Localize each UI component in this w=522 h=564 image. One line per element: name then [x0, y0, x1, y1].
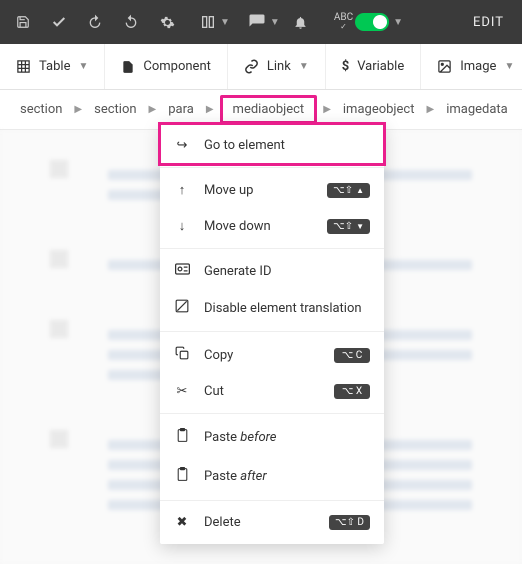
table-icon	[16, 59, 31, 74]
link-menu[interactable]: Link ▼	[228, 44, 326, 89]
breadcrumb-item[interactable]: imagedata	[440, 98, 514, 121]
table-menu[interactable]: Table ▼	[0, 44, 105, 89]
share-arrow-icon: ↪	[174, 138, 190, 153]
toggle-switch[interactable]	[355, 13, 389, 31]
menu-label: Move down	[204, 219, 271, 234]
menu-divider	[160, 331, 384, 332]
close-icon: ✖	[174, 515, 190, 530]
link-icon	[244, 59, 259, 74]
top-toolbar: ▼ ▼ ABC✓ ▼ EDIT	[0, 0, 522, 44]
table-label: Table	[39, 59, 70, 74]
component-label: Component	[143, 59, 211, 74]
variable-label: Variable	[357, 59, 404, 74]
menu-label: Disable element translation	[204, 301, 362, 316]
spellcheck-toggle[interactable]: ABC✓ ▼	[334, 13, 403, 31]
layout-dropdown[interactable]: ▼	[200, 14, 230, 30]
menu-label: Delete	[204, 515, 241, 530]
menu-go-to-element[interactable]: ↪ Go to element	[160, 128, 384, 163]
chevron-right-icon: ▶	[323, 104, 331, 115]
breadcrumb-item-active[interactable]: mediaobject	[220, 95, 318, 124]
settings-gear-icon[interactable]	[152, 7, 182, 37]
breadcrumb-item[interactable]: para	[162, 98, 200, 121]
shortcut-badge: ⌥⇧ D	[329, 515, 370, 530]
chevron-down-icon: ▼	[393, 17, 403, 28]
context-menu: ↪ Go to element ↑ Move up ⌥⇧▲ ↓ Move dow…	[160, 124, 384, 544]
clipboard-icon	[174, 467, 190, 486]
image-menu[interactable]: Image ▼	[421, 44, 522, 89]
variable-button[interactable]: $ Variable	[326, 44, 422, 89]
redo-icon[interactable]	[116, 7, 146, 37]
link-label: Link	[267, 59, 291, 74]
menu-label: Copy	[204, 348, 233, 363]
chevron-down-icon: ▼	[299, 61, 309, 72]
menu-divider	[160, 248, 384, 249]
menu-generate-id[interactable]: Generate ID	[160, 253, 384, 289]
image-icon	[437, 59, 452, 74]
undo-icon[interactable]	[80, 7, 110, 37]
breadcrumb-item[interactable]: section	[88, 98, 142, 121]
chevron-down-icon: ▼	[270, 17, 280, 28]
comment-dropdown[interactable]: ▼	[248, 13, 280, 31]
scissors-icon: ✂	[174, 384, 190, 399]
menu-delete[interactable]: ✖ Delete ⌥⇧ D	[160, 505, 384, 540]
breadcrumb-item[interactable]: section	[14, 98, 68, 121]
image-label: Image	[460, 59, 496, 74]
translate-off-icon	[174, 299, 190, 317]
menu-move-up[interactable]: ↑ Move up ⌥⇧▲	[160, 172, 384, 208]
menu-label: Paste before	[204, 430, 276, 445]
menu-label: Move up	[204, 183, 253, 198]
shortcut-badge: ⌥ X	[334, 384, 370, 399]
menu-label: Generate ID	[204, 264, 271, 279]
clipboard-icon	[174, 428, 190, 447]
copy-icon	[174, 346, 190, 364]
id-card-icon	[174, 263, 190, 279]
menu-disable-translation[interactable]: Disable element translation	[160, 289, 384, 327]
menu-copy[interactable]: Copy ⌥ C	[160, 336, 384, 374]
breadcrumb-item[interactable]: imageobject	[337, 98, 421, 121]
check-icon[interactable]	[44, 7, 74, 37]
menu-divider	[160, 413, 384, 414]
save-icon[interactable]	[8, 7, 38, 37]
chevron-right-icon: ▶	[427, 104, 435, 115]
menu-paste-after[interactable]: Paste after	[160, 457, 384, 496]
menu-paste-before[interactable]: Paste before	[160, 418, 384, 457]
file-icon	[121, 60, 135, 74]
arrow-up-icon: ↑	[174, 182, 190, 198]
spellcheck-icon: ABC✓	[334, 13, 353, 31]
dollar-icon: $	[342, 59, 349, 74]
shortcut-badge: ⌥⇧▼	[327, 219, 370, 234]
arrow-down-icon: ↓	[174, 218, 190, 234]
chevron-right-icon: ▶	[206, 104, 214, 115]
menu-label: Cut	[204, 384, 224, 399]
shortcut-badge: ⌥ C	[334, 348, 370, 363]
component-button[interactable]: Component	[105, 44, 228, 89]
chevron-right-icon: ▶	[149, 104, 157, 115]
mode-label[interactable]: EDIT	[473, 15, 514, 30]
chevron-down-icon: ▼	[504, 61, 514, 72]
menu-label: Paste after	[204, 469, 267, 484]
insert-toolbar: Table ▼ Component Link ▼ $ Variable Imag…	[0, 44, 522, 90]
menu-label: Go to element	[204, 138, 285, 153]
chevron-right-icon: ▶	[74, 104, 82, 115]
menu-divider	[160, 167, 384, 168]
notifications-bell-icon[interactable]	[286, 7, 316, 37]
shortcut-badge: ⌥⇧▲	[327, 183, 370, 198]
menu-divider	[160, 500, 384, 501]
menu-move-down[interactable]: ↓ Move down ⌥⇧▼	[160, 208, 384, 244]
chevron-down-icon: ▼	[78, 61, 88, 72]
chevron-down-icon: ▼	[220, 17, 230, 28]
menu-cut[interactable]: ✂ Cut ⌥ X	[160, 374, 384, 409]
